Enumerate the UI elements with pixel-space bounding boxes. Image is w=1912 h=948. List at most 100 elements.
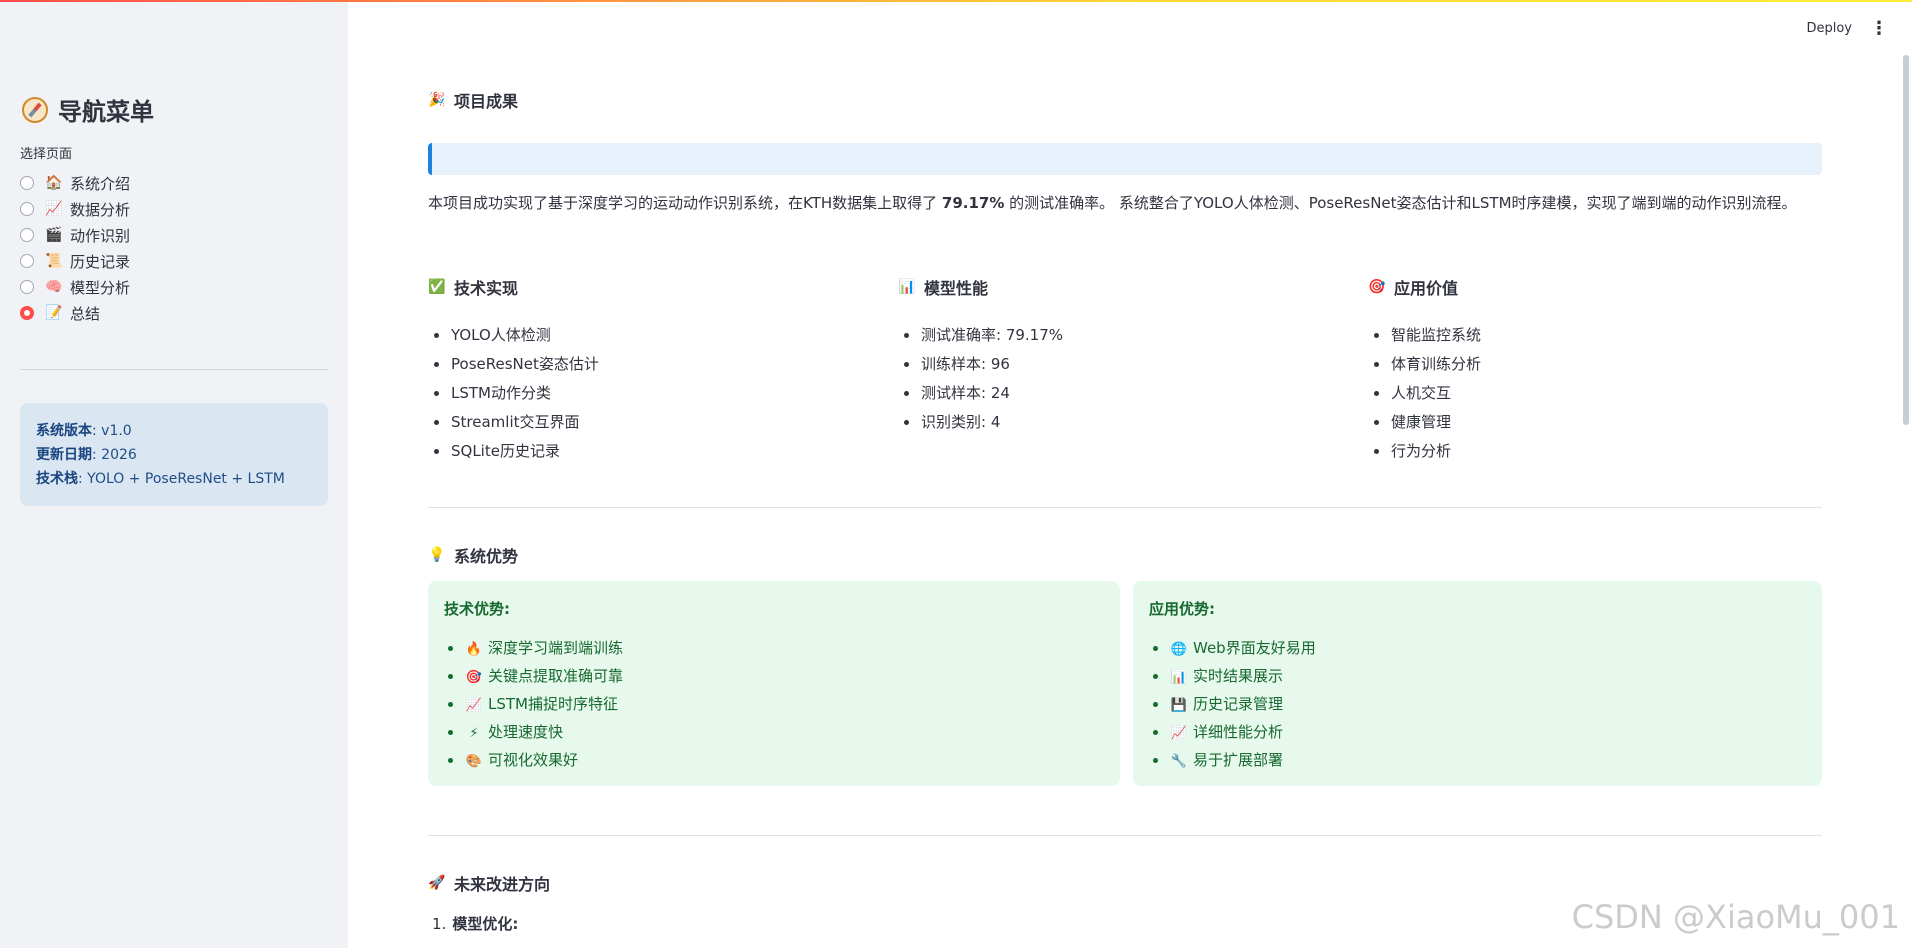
advantage-icon: ⚡	[469, 726, 479, 741]
list-item: 智能监控系统	[1390, 321, 1808, 350]
version-value: : v1.0	[92, 423, 132, 439]
advantage-item: 🎨 可视化效果好	[464, 747, 1104, 775]
column-tech: ✅ 技术实现 YOLO人体检测PoseResNet姿态估计LSTM动作分类Stre…	[428, 275, 868, 466]
advantage-icon: 🎨	[465, 754, 483, 769]
list-item: 测试样本: 24	[920, 379, 1338, 408]
top-decoration-bar	[0, 0, 1912, 2]
party-icon: 🎉	[428, 92, 446, 108]
advantage-icon: 📈	[1170, 726, 1188, 741]
list-item: 人机交互	[1390, 379, 1808, 408]
main-menu-icon[interactable]: ⋮	[1870, 18, 1888, 39]
future-heading: 🚀 未来改进方向	[428, 871, 550, 895]
advantage-icon: 📈	[465, 698, 483, 713]
list-item: 健康管理	[1390, 408, 1808, 437]
future-title: 未来改进方向	[454, 875, 551, 894]
advantage-icon: 💾	[1170, 698, 1188, 713]
page-option[interactable]: 📜 历史记录	[20, 248, 130, 274]
list-item: SQLite历史记录	[450, 437, 868, 466]
date-line: 更新日期: 2026	[36, 443, 312, 467]
results-title: 项目成果	[454, 92, 519, 111]
list-item: PoseResNet姿态估计	[450, 350, 868, 379]
radio-button[interactable]	[20, 202, 34, 216]
system-info-box: 系统版本: v1.0 更新日期: 2026 技术栈: YOLO + PoseRe…	[20, 403, 328, 506]
scrollbar[interactable]	[1903, 55, 1909, 425]
advantage-item: ⚡ 处理速度快	[464, 719, 1104, 747]
advantage-text: 易于扩展部署	[1193, 751, 1284, 769]
advantage-item: 📈 详细性能分析	[1169, 719, 1806, 747]
tech-advantages-title: 技术优势:	[444, 600, 510, 618]
advantages-title: 系统优势	[454, 547, 519, 566]
option-label: 动作识别	[70, 226, 131, 245]
info-alert	[428, 143, 1822, 175]
page-option[interactable]: 📈 数据分析	[20, 196, 130, 222]
bar-chart-icon: 📊	[898, 279, 916, 295]
sidebar-title: 导航菜单	[22, 92, 154, 127]
advantage-text: 处理速度快	[488, 723, 564, 741]
option-icon: 📝	[45, 305, 63, 321]
summary-accuracy: 79.17%	[941, 194, 1005, 212]
lightbulb-icon: 💡	[428, 547, 446, 563]
advantage-text: 深度学习端到端训练	[488, 639, 624, 657]
list-item: Streamlit交互界面	[450, 408, 868, 437]
column-value: 🎯 应用价值 智能监控系统体育训练分析人机交互健康管理行为分析	[1368, 275, 1808, 466]
column-title: 技术实现	[454, 279, 519, 298]
sidebar-divider	[20, 369, 328, 370]
advantage-text: 关键点提取准确可靠	[488, 667, 624, 685]
list-item: 识别类别: 4	[920, 408, 1338, 437]
advantage-text: 详细性能分析	[1193, 723, 1284, 741]
list-item: LSTM动作分类	[450, 379, 868, 408]
advantage-icon: 🎯	[465, 670, 483, 685]
advantage-icon: 🔧	[1170, 754, 1188, 769]
option-label: 数据分析	[70, 200, 131, 219]
page-option[interactable]: 🧠 模型分析	[20, 274, 130, 300]
list-number: 1.	[432, 915, 447, 933]
advantage-item: 💾 历史记录管理	[1169, 691, 1806, 719]
future-item: 模型优化:	[452, 915, 519, 933]
radio-button[interactable]	[20, 280, 34, 294]
deploy-button[interactable]: Deploy	[1806, 21, 1852, 36]
summary-text: 本项目成功实现了基于深度学习的运动动作识别系统，在KTH数据集上取得了 79.1…	[428, 190, 1822, 216]
page-radio-group: 🏠 系统介绍 📈 数据分析 🎬 动作识别 📜 历史记录 🧠 模型分析 📝 总结	[20, 170, 130, 326]
sidebar-title-text: 导航菜单	[58, 98, 154, 126]
advantage-text: LSTM捕捉时序特征	[488, 695, 618, 713]
section-divider	[428, 507, 1822, 508]
radio-button[interactable]	[20, 306, 34, 320]
advantage-icon: 📊	[1170, 670, 1188, 685]
advantage-item: 🎯 关键点提取准确可靠	[464, 663, 1104, 691]
stack-line: 技术栈: YOLO + PoseResNet + LSTM	[36, 467, 312, 491]
advantage-item: 🔧 易于扩展部署	[1169, 747, 1806, 775]
option-icon: 🏠	[45, 175, 63, 191]
radio-button[interactable]	[20, 176, 34, 190]
stack-value: : YOLO + PoseResNet + LSTM	[78, 471, 285, 487]
column-performance: 📊 模型性能 测试准确率: 79.17%训练样本: 96测试样本: 24识别类别:…	[898, 275, 1338, 437]
advantage-text: 实时结果展示	[1193, 667, 1284, 685]
version-label: 系统版本	[36, 423, 92, 439]
target-icon: 🎯	[1368, 279, 1386, 295]
advantage-item: 📊 实时结果展示	[1169, 663, 1806, 691]
page-option[interactable]: 🎬 动作识别	[20, 222, 130, 248]
date-label: 更新日期	[36, 447, 92, 463]
radio-button[interactable]	[20, 228, 34, 242]
tech-advantages-box: 技术优势: 🔥 深度学习端到端训练 🎯 关键点提取准确可靠 📈 LSTM捕捉时序特征 ⚡ 处理…	[428, 581, 1120, 786]
watermark: CSDN @XiaoMu_001	[1571, 898, 1900, 936]
page-option[interactable]: 📝 总结	[20, 300, 130, 326]
option-icon: 🎬	[45, 227, 63, 243]
check-icon: ✅	[428, 279, 446, 295]
summary-pre: 本项目成功实现了基于深度学习的运动动作识别系统，在KTH数据集上取得了	[428, 194, 942, 212]
option-icon: 🧠	[45, 279, 63, 295]
radio-button[interactable]	[20, 254, 34, 268]
list-item: YOLO人体检测	[450, 321, 868, 350]
advantages-heading: 💡 系统优势	[428, 543, 518, 567]
summary-post: 的测试准确率。 系统整合了YOLO人体检测、PoseResNet姿态估计和LST…	[1004, 194, 1797, 212]
results-heading: 🎉 项目成果	[428, 88, 518, 112]
advantage-item: 🌐 Web界面友好易用	[1169, 635, 1806, 663]
advantage-icon: 🔥	[465, 642, 483, 657]
list-item: 训练样本: 96	[920, 350, 1338, 379]
advantage-text: Web界面友好易用	[1193, 639, 1316, 657]
list-item: 测试准确率: 79.17%	[920, 321, 1338, 350]
compass-icon	[22, 96, 48, 123]
option-label: 历史记录	[70, 252, 131, 271]
option-icon: 📈	[45, 201, 63, 217]
page-option[interactable]: 🏠 系统介绍	[20, 170, 130, 196]
column-title: 应用价值	[1394, 279, 1459, 298]
